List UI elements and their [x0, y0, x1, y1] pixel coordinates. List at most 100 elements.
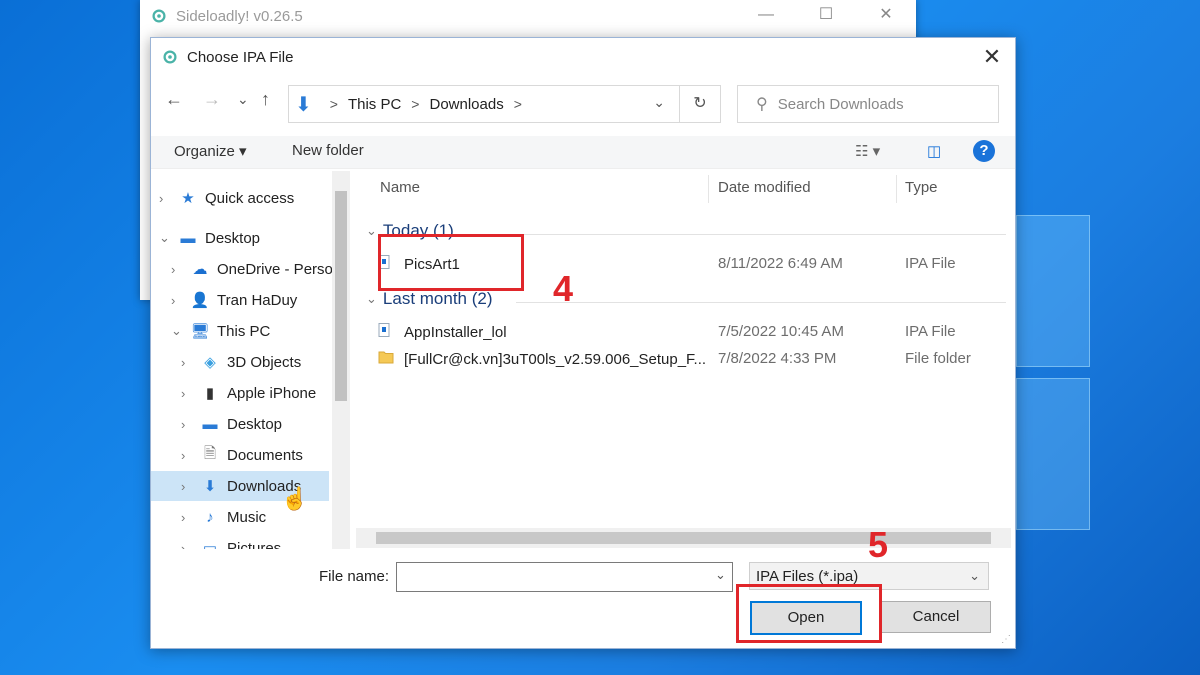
nav-item-music[interactable]: › ♪ Music: [181, 502, 266, 532]
nav-item-quick-access[interactable]: › ★ Quick access: [159, 183, 294, 213]
nav-label: This PC: [217, 322, 271, 340]
nav-pane-scrollbar[interactable]: [332, 171, 350, 549]
up-arrow-icon[interactable]: ↑: [261, 89, 270, 110]
chevron-right-icon[interactable]: ›: [181, 541, 195, 550]
help-icon[interactable]: ?: [973, 140, 995, 162]
chevron-down-icon[interactable]: ⌄: [159, 230, 173, 246]
search-input[interactable]: ⚲ Search Downloads: [737, 85, 999, 123]
file-row[interactable]: AppInstaller_lol: [378, 319, 507, 345]
group-header-last-month[interactable]: ⌄ Last month (2): [366, 289, 493, 309]
chevron-down-icon: ⌄: [366, 291, 377, 306]
3d-objects-icon: ◈: [204, 354, 216, 371]
new-folder-button[interactable]: New folder: [292, 142, 364, 159]
column-divider[interactable]: [896, 175, 897, 203]
search-icon: ⚲: [756, 96, 768, 113]
nav-label: 3D Objects: [227, 353, 302, 371]
nav-item-desktop[interactable]: ⌄ ▬ Desktop: [159, 223, 260, 253]
chevron-down-icon[interactable]: ⌄: [653, 94, 665, 111]
chevron-right-icon[interactable]: ›: [181, 510, 195, 525]
nav-item-pictures[interactable]: › ▭ Pictures: [181, 533, 281, 550]
chevron-right-icon[interactable]: ›: [181, 355, 195, 370]
recent-locations-icon[interactable]: ⌄: [237, 91, 249, 108]
close-button[interactable]: ✕: [856, 0, 916, 32]
dialog-titlebar: Choose IPA File: [151, 38, 1015, 76]
breadcrumb-separator: >: [411, 96, 420, 112]
desktop-icon: ▬: [202, 415, 218, 433]
nav-label: Desktop: [205, 229, 261, 247]
dialog-title: Choose IPA File: [187, 48, 294, 66]
forward-arrow-icon[interactable]: →: [203, 89, 221, 110]
view-options-icon[interactable]: ☷ ▾: [855, 142, 880, 160]
file-name: [FullCr@ck.vn]3uT00ls_v2.59.006_Setup_F.…: [404, 350, 707, 368]
scrollbar-thumb[interactable]: [376, 532, 991, 544]
column-divider[interactable]: [708, 175, 709, 203]
chevron-right-icon[interactable]: ›: [181, 386, 195, 401]
hand-cursor-icon: ☝: [281, 486, 309, 511]
breadcrumb-downloads[interactable]: Downloads: [429, 96, 503, 113]
maximize-button[interactable]: ☐: [796, 0, 856, 32]
nav-item-user[interactable]: › 👤 Tran HaDuy: [171, 285, 297, 315]
user-icon: 👤: [190, 292, 210, 309]
folder-icon: [378, 350, 396, 368]
chevron-right-icon[interactable]: ›: [181, 417, 195, 432]
sideloadly-gear-icon: [152, 9, 166, 23]
preview-pane-icon[interactable]: ◫: [927, 142, 941, 160]
windows-logo-pane: [1016, 215, 1090, 367]
refresh-button[interactable]: ↻: [679, 85, 721, 123]
column-header-date[interactable]: Date modified: [718, 179, 811, 196]
nav-label: Documents: [227, 446, 303, 464]
nav-label: Tran HaDuy: [217, 291, 298, 309]
file-row[interactable]: [FullCr@ck.vn]3uT00ls_v2.59.006_Setup_F.…: [378, 346, 706, 372]
onedrive-cloud-icon: ☁: [192, 261, 208, 278]
nav-label: OneDrive - Perso: [217, 260, 333, 278]
nav-label: Desktop: [227, 415, 283, 433]
pictures-icon: ▭: [202, 540, 218, 549]
minimize-button[interactable]: —: [736, 0, 796, 32]
annotation-box-select-file: [378, 234, 524, 291]
nav-item-documents[interactable]: › 🗎 Documents: [181, 440, 303, 470]
chevron-right-icon[interactable]: ›: [181, 448, 195, 463]
chevron-down-icon[interactable]: ⌄: [715, 567, 726, 583]
nav-item-this-pc[interactable]: ⌄ 🖥 This PC: [171, 316, 270, 346]
address-bar[interactable]: ⬇ > This PC > Downloads > ⌄: [288, 85, 680, 123]
search-placeholder: Search Downloads: [777, 95, 904, 113]
chevron-right-icon[interactable]: ›: [181, 479, 195, 494]
breadcrumb-this-pc[interactable]: This PC: [348, 96, 401, 113]
file-date: 7/8/2022 4:33 PM: [718, 350, 837, 367]
file-type: File folder: [905, 350, 971, 367]
nav-item-apple-iphone[interactable]: › ▮ Apple iPhone: [181, 378, 316, 408]
cancel-button[interactable]: Cancel: [881, 601, 991, 633]
phone-icon: ▮: [205, 385, 215, 402]
chevron-right-icon[interactable]: ›: [159, 191, 173, 206]
downloads-arrow-icon: ⬇: [295, 93, 312, 116]
organize-menu[interactable]: Organize ▾: [174, 142, 247, 160]
chevron-right-icon[interactable]: ›: [171, 262, 185, 277]
nav-label: Apple iPhone: [227, 384, 317, 402]
navigation-pane: › ★ Quick access ⌄ ▬ Desktop › ☁ OneDriv…: [151, 171, 351, 549]
scrollbar-thumb[interactable]: [335, 191, 347, 401]
chevron-down-icon: ⌄: [969, 568, 980, 583]
file-date: 7/5/2022 10:45 AM: [718, 323, 844, 340]
nav-item-desktop-pc[interactable]: › ▬ Desktop: [181, 409, 282, 439]
breadcrumb-separator: >: [329, 96, 338, 112]
dialog-close-button[interactable]: ✕: [979, 44, 1005, 70]
column-header-name[interactable]: Name: [380, 179, 420, 196]
file-name: AppInstaller_lol: [404, 323, 507, 341]
back-arrow-icon[interactable]: ←: [165, 89, 183, 110]
windows-logo-pane: [1016, 378, 1090, 530]
nav-item-3d-objects[interactable]: › ◈ 3D Objects: [181, 347, 301, 377]
breadcrumb-separator: >: [513, 96, 522, 112]
file-type: IPA File: [905, 255, 956, 272]
nav-item-onedrive[interactable]: › ☁ OneDrive - Perso: [171, 254, 333, 284]
chevron-right-icon[interactable]: ›: [171, 293, 185, 308]
resize-grip-icon[interactable]: ⋰: [1001, 634, 1013, 646]
document-icon: 🗎: [203, 444, 217, 462]
command-toolbar: Organize ▾ New folder ☷ ▾ ◫ ?: [151, 136, 1015, 169]
chevron-down-icon: ⌄: [366, 223, 377, 238]
column-header-type[interactable]: Type: [905, 179, 938, 196]
star-icon: ★: [181, 190, 195, 207]
file-list: Name Date modified Type ⌄ Today (1) Pics…: [356, 171, 1006, 531]
file-list-horizontal-scrollbar[interactable]: [356, 528, 1011, 548]
chevron-down-icon[interactable]: ⌄: [171, 323, 185, 339]
file-name-input[interactable]: [396, 562, 733, 592]
